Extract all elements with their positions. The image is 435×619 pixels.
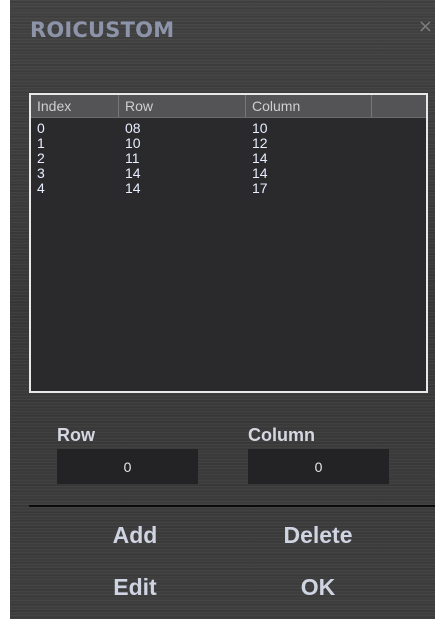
- cell-row: 10: [125, 135, 141, 151]
- edit-button[interactable]: Edit: [72, 574, 198, 601]
- row-label: Row: [57, 425, 95, 445]
- column-header-column[interactable]: Column: [246, 95, 372, 117]
- list-body: 0 08 10 1 10 12 2 11 14 3 14 14 4 14 17: [31, 118, 426, 196]
- delete-button[interactable]: Delete: [248, 522, 388, 549]
- row-input[interactable]: [57, 449, 198, 484]
- cell-row: 11: [125, 150, 140, 166]
- column-header-row[interactable]: Row: [119, 95, 246, 117]
- cell-index: 1: [37, 135, 45, 151]
- column-header-empty: [372, 95, 426, 117]
- cell-index: 0: [37, 120, 45, 136]
- cell-row: 14: [125, 180, 141, 196]
- column-label: Column: [248, 425, 315, 445]
- cell-column: 12: [252, 135, 268, 151]
- cell-column: 10: [252, 120, 268, 136]
- close-icon[interactable]: ×: [418, 16, 433, 37]
- cell-row: 14: [125, 165, 141, 181]
- column-input[interactable]: [248, 449, 389, 484]
- cell-column: 14: [252, 165, 268, 181]
- cell-index: 3: [37, 165, 45, 181]
- cell-row: 08: [125, 120, 141, 136]
- dialog-title: ROICUSTOM: [30, 18, 175, 42]
- cell-column: 14: [252, 150, 268, 166]
- roicustom-dialog: ROICUSTOM × Index Row Column 0 08 10 1 1…: [10, 0, 435, 619]
- ok-button[interactable]: OK: [248, 574, 388, 601]
- roi-list-view[interactable]: Index Row Column 0 08 10 1 10 12 2 11 14…: [29, 93, 428, 393]
- list-header: Index Row Column: [31, 95, 426, 118]
- list-item[interactable]: 3 14 14: [31, 166, 426, 181]
- list-item[interactable]: 2 11 14: [31, 151, 426, 166]
- add-button[interactable]: Add: [72, 522, 198, 549]
- list-item[interactable]: 4 14 17: [31, 181, 426, 196]
- column-header-index[interactable]: Index: [31, 95, 119, 117]
- cell-index: 2: [37, 150, 45, 166]
- cell-column: 17: [252, 180, 268, 196]
- list-item[interactable]: 0 08 10: [31, 121, 426, 136]
- list-item[interactable]: 1 10 12: [31, 136, 426, 151]
- cell-index: 4: [37, 180, 45, 196]
- divider: [29, 505, 435, 507]
